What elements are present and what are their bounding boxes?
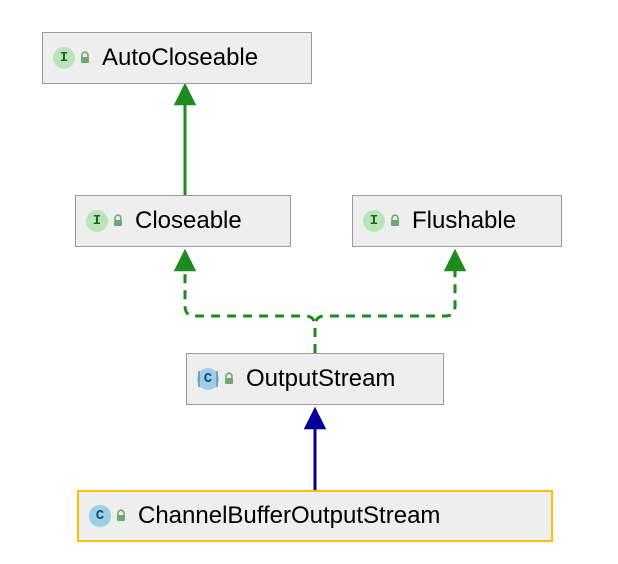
lock-icon	[388, 214, 402, 228]
lock-icon	[114, 509, 128, 523]
node-label: Flushable	[412, 207, 516, 235]
node-outputstream[interactable]: C OutputStream	[186, 353, 444, 405]
interface-icon: I	[53, 47, 75, 69]
node-flushable[interactable]: I Flushable	[352, 195, 562, 247]
interface-icon: I	[86, 210, 108, 232]
edge-outputstream-closeable	[185, 260, 315, 353]
interface-icon: I	[363, 210, 385, 232]
node-closeable[interactable]: I Closeable	[75, 195, 291, 247]
lock-icon	[78, 51, 92, 65]
edge-outputstream-flushable	[315, 260, 455, 353]
lock-icon	[111, 214, 125, 228]
node-label: AutoCloseable	[102, 44, 258, 72]
node-label: OutputStream	[246, 365, 395, 393]
abstract-class-icon: C	[197, 368, 219, 390]
node-label: ChannelBufferOutputStream	[138, 502, 440, 530]
node-channelbufferoutputstream[interactable]: C ChannelBufferOutputStream	[77, 490, 553, 542]
class-icon: C	[89, 505, 111, 527]
node-autocloseable[interactable]: I AutoCloseable	[42, 32, 312, 84]
connector-layer	[0, 0, 618, 564]
node-label: Closeable	[135, 207, 242, 235]
lock-icon	[222, 372, 236, 386]
